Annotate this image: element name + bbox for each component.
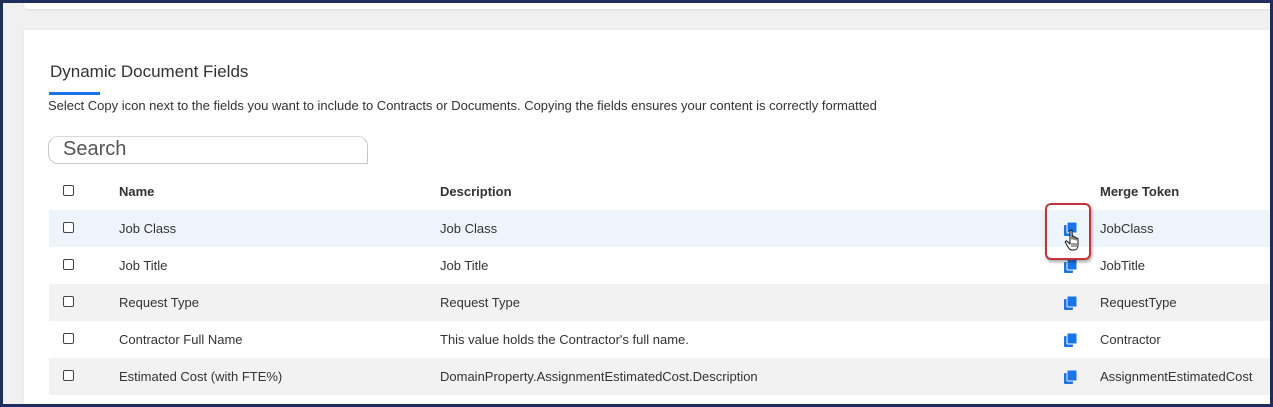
row-checkbox[interactable] (63, 259, 74, 270)
row-name: Contractor Full Name (119, 332, 243, 347)
header-name[interactable]: Name (119, 173, 154, 210)
title-underline (49, 92, 100, 95)
row-name: Job Class (119, 221, 177, 236)
row-description: Job Title (440, 258, 489, 273)
copy-button[interactable] (1059, 284, 1083, 321)
row-merge-token: Contractor (1100, 332, 1161, 347)
table-row[interactable]: Estimated Cost (with FTE%) DomainPropert… (49, 358, 1270, 395)
row-description: Job Class (440, 221, 498, 236)
panel-subtitle: Select Copy icon next to the fields you … (48, 98, 877, 113)
previous-card-edge (24, 3, 1270, 9)
row-merge-token: JobClass (1100, 221, 1154, 236)
table-row[interactable]: Request Type Request Type RequestType (49, 284, 1270, 321)
search-input[interactable] (63, 137, 353, 161)
hand-pointer-cursor-icon (1064, 229, 1079, 251)
search-box[interactable] (48, 136, 368, 164)
copy-icon (1064, 259, 1077, 273)
header-description[interactable]: Description (440, 173, 512, 210)
header-merge-token[interactable]: Merge Token (1100, 173, 1179, 210)
row-merge-token: RequestType (1100, 295, 1177, 310)
copy-button[interactable] (1059, 358, 1083, 395)
row-name: Estimated Cost (with FTE%) (119, 369, 283, 384)
copy-icon (1064, 333, 1077, 347)
row-name: Job Title (119, 258, 168, 273)
row-description: This value holds the Contractor's full n… (440, 332, 689, 347)
row-description: Request Type (440, 295, 520, 310)
copy-icon (1064, 296, 1077, 310)
row-name: Request Type (119, 295, 199, 310)
row-description: DomainProperty.AssignmentEstimatedCost.D… (440, 369, 758, 384)
row-merge-token: JobTitle (1100, 258, 1146, 273)
row-checkbox[interactable] (63, 333, 74, 344)
copy-button[interactable] (1059, 321, 1083, 358)
row-checkbox[interactable] (63, 370, 74, 381)
screenshot-frame: Dynamic Document Fields Select Copy icon… (0, 0, 1273, 407)
row-merge-token: AssignmentEstimatedCost (1100, 369, 1253, 384)
select-all-checkbox[interactable] (63, 185, 74, 196)
panel-title: Dynamic Document Fields (50, 62, 249, 81)
row-checkbox[interactable] (63, 222, 74, 233)
row-checkbox[interactable] (63, 296, 74, 307)
table-row[interactable]: Contractor Full Name This value holds th… (49, 321, 1270, 358)
copy-icon (1064, 370, 1077, 384)
